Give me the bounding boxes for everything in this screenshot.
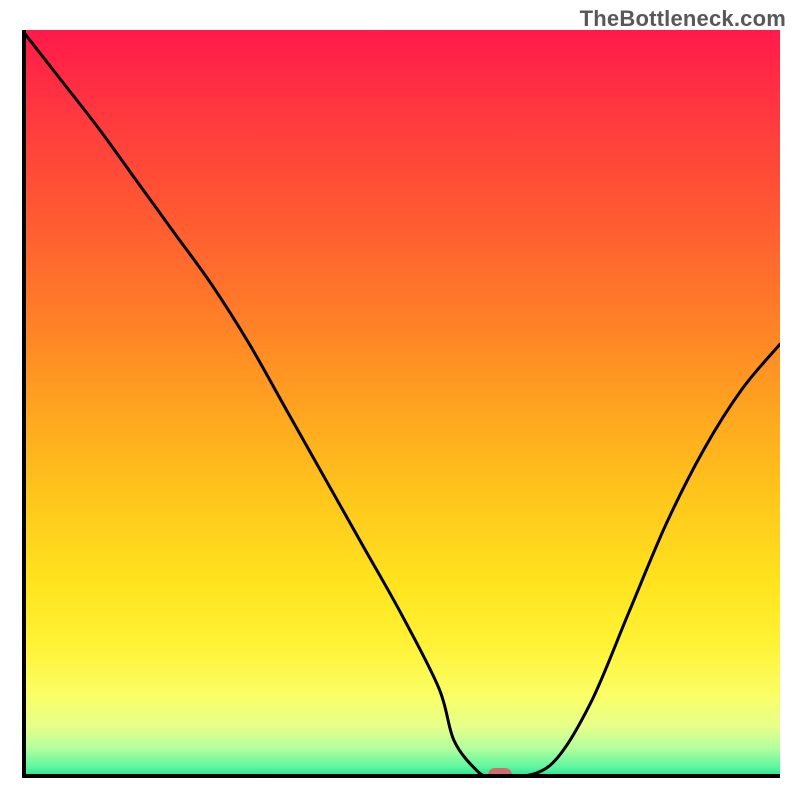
x-axis — [22, 774, 780, 778]
plot-area — [22, 30, 780, 778]
watermark-text: TheBottleneck.com — [580, 6, 786, 32]
bottleneck-curve — [22, 30, 780, 778]
y-axis — [22, 30, 26, 778]
bottleneck-chart: TheBottleneck.com — [0, 0, 800, 800]
